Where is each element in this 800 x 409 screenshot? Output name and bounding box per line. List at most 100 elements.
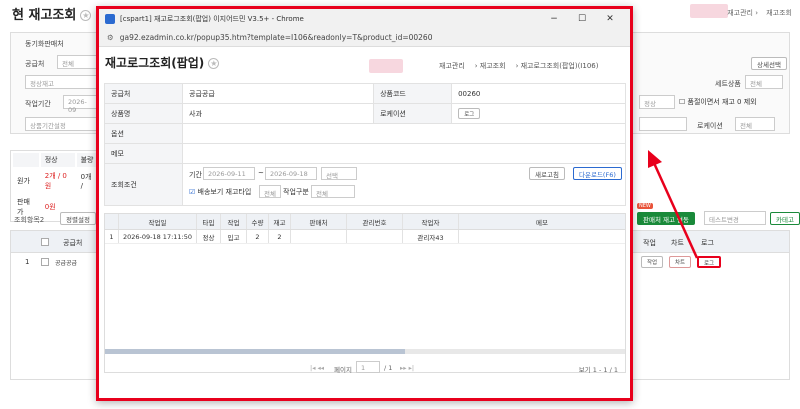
minimize-icon[interactable]: − bbox=[540, 14, 568, 24]
query-condition-cell: 기간 2026-09-11 ~ 2026-09-18 선택 새로고침 다운로드(… bbox=[182, 163, 626, 206]
row-chart-button[interactable]: 차트 bbox=[669, 256, 692, 268]
breadcrumb-item[interactable]: 재고로그조회(팝업)(I106) bbox=[521, 62, 599, 70]
page-label: 페이지 bbox=[334, 366, 352, 374]
location-log-button[interactable]: 로그 bbox=[458, 108, 481, 119]
log-cell-date: 2026-09-18 17:11:50 bbox=[119, 230, 197, 243]
status-select[interactable]: 정상 bbox=[639, 95, 675, 109]
sort-settings-button[interactable]: 정렬설정 bbox=[60, 212, 96, 225]
grid-col-header: 차트 bbox=[671, 239, 684, 247]
log-col-header: 판매처 bbox=[291, 214, 347, 229]
popup-title: 재고로그조회(팝업) ★ bbox=[105, 56, 220, 70]
log-col-header: 작업일 bbox=[119, 214, 197, 229]
site-info-icon[interactable]: ⚙ bbox=[107, 33, 114, 42]
product-period-input[interactable]: 상품기간설정 bbox=[25, 117, 97, 131]
checkbox-checked-icon[interactable]: ☑ bbox=[189, 188, 195, 196]
row-checkbox[interactable] bbox=[41, 258, 49, 266]
blurred-user bbox=[369, 59, 403, 73]
memo-value bbox=[182, 143, 626, 164]
sync-stock-button[interactable]: 판매처 재고 연동 bbox=[637, 212, 695, 225]
grid-col-header: 공급처 bbox=[63, 239, 83, 247]
category-button[interactable]: 카테고리 bbox=[770, 212, 800, 225]
download-button[interactable]: 다운로드(F6) bbox=[573, 167, 622, 180]
memo-label: 메모 bbox=[104, 143, 183, 164]
product-name-value: 사과 bbox=[181, 103, 375, 124]
page-input[interactable]: 1 bbox=[356, 361, 380, 373]
log-col-header: 타입 bbox=[197, 214, 221, 229]
period-label: 기간 bbox=[189, 171, 202, 179]
summary-col: 정상 bbox=[44, 156, 58, 164]
location-label: 로케이션 bbox=[697, 122, 723, 130]
date-to-input[interactable]: 2026-09-18 bbox=[265, 167, 317, 180]
breadcrumb-item[interactable]: 재고관리 bbox=[727, 9, 753, 17]
summary-row-label: 원가 bbox=[17, 177, 30, 185]
window-title: [cspart1] 재고로그조회(팝업) 이지어드민 V3.5+ - Chrom… bbox=[120, 15, 304, 23]
row-work-button[interactable]: 작업 bbox=[641, 256, 664, 268]
status-select-2[interactable] bbox=[639, 117, 687, 131]
work-type-select[interactable]: 전체 bbox=[311, 185, 355, 198]
log-table: 작업일 타입 작업 수량 재고 판매처 관리번호 작업자 메모 1 2026-0… bbox=[104, 213, 626, 373]
product-name-label: 상품명 bbox=[104, 103, 183, 124]
close-icon[interactable]: ✕ bbox=[596, 14, 624, 24]
pagination: |◂ ◂◂ 페이지 1 / 1 ▸▸ ▸| 보기 1 - 1 / 1 bbox=[104, 361, 626, 377]
set-product-select[interactable]: 전체 bbox=[745, 75, 783, 89]
table-row[interactable]: 1 2026-09-18 17:11:50 정상 입고 2 2 관리자43 bbox=[105, 230, 625, 244]
breadcrumb-item[interactable]: 재고조회 bbox=[766, 9, 792, 17]
log-col-header: 메모 bbox=[536, 218, 548, 227]
favorite-star-icon[interactable]: ★ bbox=[80, 10, 92, 21]
breadcrumb-item[interactable]: 재고관리 bbox=[439, 62, 465, 70]
first-page-icon[interactable]: |◂ ◂◂ bbox=[310, 364, 324, 372]
summary-value: 2개 / 0원 bbox=[44, 172, 67, 190]
date-from-input[interactable]: 2026-09-11 bbox=[203, 167, 255, 180]
maximize-icon[interactable]: ☐ bbox=[568, 14, 596, 24]
breadcrumb-item[interactable]: 재고조회 bbox=[480, 62, 506, 70]
row-supplier: 공급공급 bbox=[55, 260, 78, 267]
delivery-checkbox[interactable]: ☑ 배송보기 재고타입 bbox=[189, 187, 251, 197]
supplier-value: 공급공급 bbox=[181, 83, 375, 104]
popup-breadcrumb: 재고관리 › 재고조회 › 재고로그조회(팝업)(I106) bbox=[439, 62, 599, 70]
log-cell-stock: 2 bbox=[269, 230, 291, 243]
location-select[interactable]: 전체 bbox=[735, 117, 775, 131]
delivery-type-select[interactable]: 전체 bbox=[259, 185, 281, 198]
product-code-label: 상품코드 bbox=[373, 83, 453, 104]
log-cell-memo bbox=[459, 230, 625, 243]
log-cell-type: 정상 bbox=[197, 230, 221, 243]
row-number: 1 bbox=[25, 258, 30, 266]
horizontal-scrollbar[interactable] bbox=[105, 349, 625, 354]
grid-col-header: 작업 bbox=[643, 239, 656, 247]
refresh-button[interactable]: 새로고침 bbox=[529, 167, 565, 180]
set-product-label: 세트상품 bbox=[715, 80, 741, 88]
exclude-soldout-checkbox[interactable]: ☐ 품절이면서 재고 0 제외 bbox=[679, 97, 757, 107]
window-titlebar: [cspart1] 재고로그조회(팝업) 이지어드민 V3.5+ - Chrom… bbox=[99, 9, 630, 29]
query-condition-label: 조회조건 bbox=[104, 163, 183, 206]
work-type-label: 작업구분 bbox=[283, 188, 309, 196]
stock-type-select[interactable]: 정상재고 bbox=[25, 75, 97, 89]
log-col-header: 재고 bbox=[269, 214, 291, 229]
row-log-button[interactable]: 로그 bbox=[697, 256, 722, 268]
app-icon bbox=[105, 14, 115, 24]
log-col-header: 수량 bbox=[247, 214, 269, 229]
log-cell-seller bbox=[291, 230, 347, 243]
log-popup-window: [cspart1] 재고로그조회(팝업) 이지어드민 V3.5+ - Chrom… bbox=[96, 6, 633, 401]
select-all-checkbox[interactable] bbox=[41, 238, 49, 246]
period-label: 작업기간 bbox=[25, 100, 51, 108]
url-bar[interactable]: ⚙ ga92.ezadmin.co.kr/popup35.htm?templat… bbox=[99, 29, 630, 47]
detail-select-button[interactable]: 상세선택 bbox=[751, 57, 787, 70]
page-title: 현 재고조회 ★ bbox=[12, 8, 92, 23]
location-label: 로케이션 bbox=[373, 103, 453, 124]
supplier-select[interactable]: 전체 bbox=[57, 55, 97, 69]
test-change-select[interactable]: 테스트변경 bbox=[704, 211, 766, 225]
view-info: 보기 1 - 1 / 1 bbox=[578, 366, 618, 374]
breadcrumb: 재고관리 › 재고조회 bbox=[727, 9, 792, 17]
favorite-star-icon[interactable]: ★ bbox=[208, 58, 220, 69]
lookup-select[interactable]: 조회항목2 bbox=[14, 215, 44, 225]
seller-label: 동기화판매처 bbox=[25, 40, 64, 48]
log-cell-qty: 2 bbox=[247, 230, 269, 243]
period-start-input[interactable]: 2026-09 bbox=[63, 95, 97, 114]
period-preset-select[interactable]: 선택 bbox=[321, 167, 357, 180]
next-page-icon[interactable]: ▸▸ ▸| bbox=[400, 364, 414, 372]
url-text: ga92.ezadmin.co.kr/popup35.htm?template=… bbox=[119, 33, 433, 42]
scrollbar-thumb[interactable] bbox=[105, 349, 405, 354]
option-value bbox=[182, 123, 626, 144]
new-badge: NEW bbox=[637, 203, 653, 209]
log-col-header: 작업 bbox=[221, 214, 247, 229]
